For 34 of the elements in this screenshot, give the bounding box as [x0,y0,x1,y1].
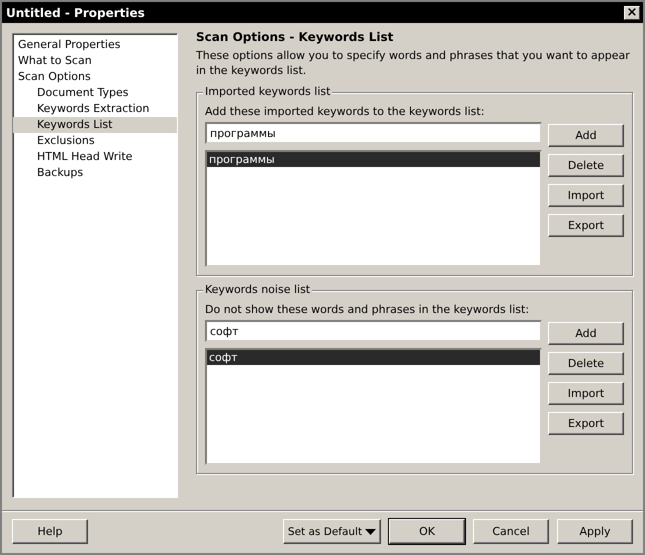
sidebar-item[interactable]: Scan Options [13,69,177,85]
group-title: Imported keywords list [203,85,332,98]
sidebar-item[interactable]: General Properties [13,37,177,53]
field-label: Do not show these words and phrases in the keywords list: [205,303,530,316]
sidebar-item[interactable]: Exclusions [13,133,177,149]
list-item[interactable]: софт [207,350,540,365]
help-button[interactable]: Help [12,519,88,544]
action-button[interactable]: Add [548,322,624,345]
action-button[interactable]: Export [548,214,624,237]
list-item[interactable]: программы [207,152,540,167]
window-title: Untitled - Properties [6,6,145,20]
action-button[interactable]: Import [548,382,624,405]
dialog-button[interactable]: Cancel [473,519,549,544]
page-description: These options allow you to specify words and phrases that you want to appear in the keywords list. [196,48,631,78]
dialog-button[interactable]: Set as Default [283,519,381,544]
action-button[interactable]: Import [548,184,624,207]
keyword-field[interactable]: программы [205,122,542,144]
sidebar-item[interactable]: Document Types [13,85,177,101]
group-title: Keywords noise list [203,283,312,296]
dialog-button[interactable]: OK [389,519,465,544]
sidebar-item[interactable]: Keywords Extraction [13,101,177,117]
close-button[interactable]: × [624,6,640,20]
sidebar-item[interactable]: HTML Head Write [13,149,177,165]
page-heading: Scan Options - Keywords List [196,30,394,44]
action-button[interactable]: Delete [548,154,624,177]
field-label: Add these imported keywords to the keywords list: [205,105,486,118]
action-button[interactable]: Add [548,124,624,147]
action-button[interactable]: Delete [548,352,624,375]
sidebar-item[interactable]: What to Scan [13,53,177,69]
keyword-field[interactable]: софт [205,320,542,342]
dialog-button[interactable]: Apply [557,519,633,544]
action-button[interactable]: Export [548,412,624,435]
sidebar-item[interactable]: Backups [13,165,177,181]
sidebar-item[interactable]: Keywords List [13,117,177,133]
